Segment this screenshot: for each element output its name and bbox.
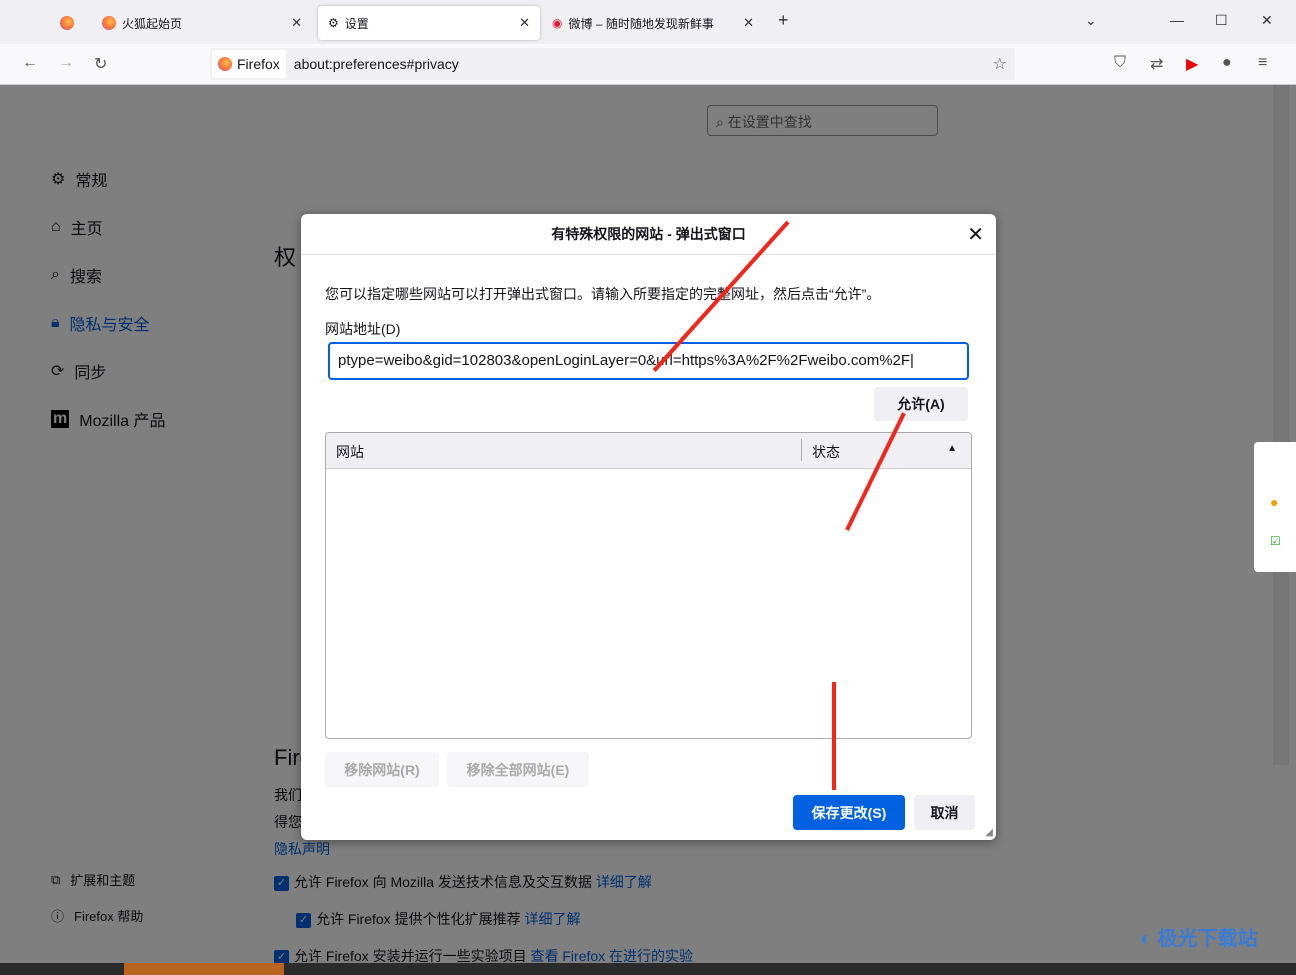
cancel-button[interactable]: 取消 — [914, 795, 975, 830]
bookmark-star-icon[interactable]: ☆ — [993, 54, 1007, 74]
address-value: ptype=weibo&gid=102803&openLoginLayer=0&… — [338, 352, 911, 369]
tab-firefox-home[interactable]: 火狐起始页 ✕ — [92, 6, 312, 40]
popup-exceptions-dialog: 有特殊权限的网站 - 弹出式窗口 ✕ 您可以指定哪些网站可以打开弹出式窗口。请输… — [301, 214, 996, 840]
remove-all-sites-button[interactable]: 移除全部网站(E) — [447, 752, 589, 787]
forward-icon[interactable]: → — [58, 54, 74, 72]
video-icon[interactable]: ▶ — [1186, 54, 1198, 74]
tab-pinned[interactable] — [50, 6, 86, 40]
warning-icon: ● — [1270, 494, 1279, 510]
taskbar — [0, 963, 1296, 975]
sites-table: 网站 状态 ▲ — [325, 432, 972, 739]
watermark-text: 极光下载站 — [1157, 928, 1258, 950]
address-label: 网站地址(D) — [325, 321, 401, 337]
column-header-status[interactable]: 状态 — [812, 442, 840, 462]
sort-ascending-icon: ▲ — [947, 443, 957, 454]
new-tab-button[interactable]: + — [778, 10, 789, 31]
reload-icon[interactable]: ↻ — [94, 54, 107, 74]
firefox-icon — [102, 16, 116, 30]
back-icon[interactable]: ← — [22, 54, 38, 72]
nav-bar: ← → ↻ Firefox about:preferences#privacy … — [0, 44, 1296, 85]
tab-weibo[interactable]: ◉ 微博 – 随时随地发现新鲜事 ✕ — [542, 6, 764, 40]
maximize-button[interactable]: ☐ — [1215, 12, 1228, 29]
account-icon[interactable]: ● — [1222, 54, 1232, 72]
identity-label: Firefox — [237, 56, 280, 72]
annotation-arrow — [832, 682, 836, 790]
extension-icon[interactable]: ⇄ — [1150, 54, 1163, 74]
checkbox-icon: ☑ — [1270, 534, 1281, 548]
tab-bar: 火狐起始页 ✕ ⚙ 设置 ✕ ◉ 微博 – 随时随地发现新鲜事 ✕ + ⌄ — ☐ ✕ — [0, 0, 1296, 44]
allow-button[interactable]: 允许(A) — [874, 387, 968, 421]
pocket-icon[interactable]: ⛉ — [1114, 54, 1126, 72]
close-icon[interactable]: ✕ — [967, 222, 984, 247]
resize-grip-icon[interactable]: ◢ — [985, 827, 993, 838]
column-header-site[interactable]: 网站 — [336, 442, 364, 462]
tab-label: 火狐起始页 — [122, 16, 183, 31]
url-text[interactable]: about:preferences#privacy — [294, 56, 459, 72]
close-tab-icon[interactable]: ✕ — [743, 15, 754, 31]
firefox-icon — [60, 16, 74, 30]
table-header: 网站 状态 ▲ — [326, 433, 971, 469]
firefox-icon — [218, 57, 232, 71]
minimize-button[interactable]: — — [1170, 12, 1184, 28]
close-tab-icon[interactable]: ✕ — [519, 15, 530, 31]
scrollbar[interactable] — [1273, 85, 1289, 765]
close-window-button[interactable]: ✕ — [1261, 12, 1273, 29]
address-input[interactable]: ptype=weibo&gid=102803&openLoginLayer=0&… — [328, 342, 969, 380]
identity-box[interactable]: Firefox — [212, 50, 286, 78]
list-tabs-icon[interactable]: ⌄ — [1085, 12, 1097, 29]
gear-icon: ⚙ — [328, 16, 339, 30]
url-bar[interactable]: Firefox about:preferences#privacy ☆ — [210, 48, 1015, 80]
tab-settings[interactable]: ⚙ 设置 ✕ — [318, 6, 540, 40]
remove-site-button[interactable]: 移除网站(R) — [325, 752, 439, 787]
save-changes-button[interactable]: 保存更改(S) — [793, 795, 905, 830]
tab-label: 微博 – 随时随地发现新鲜事 — [568, 16, 714, 31]
close-tab-icon[interactable]: ✕ — [291, 15, 302, 31]
weibo-icon: ◉ — [552, 16, 563, 30]
watermark-logo: ◐ 极光下载站 — [1140, 928, 1258, 950]
menu-icon[interactable]: ≡ — [1258, 54, 1267, 72]
tab-label: 设置 — [344, 16, 369, 31]
side-notification: ● ☑ — [1254, 442, 1296, 572]
dialog-title: 有特殊权限的网站 - 弹出式窗口 — [301, 214, 996, 255]
dialog-description: 您可以指定哪些网站可以打开弹出式窗口。请输入所要指定的完整网址，然后点击“允许”… — [325, 286, 881, 302]
